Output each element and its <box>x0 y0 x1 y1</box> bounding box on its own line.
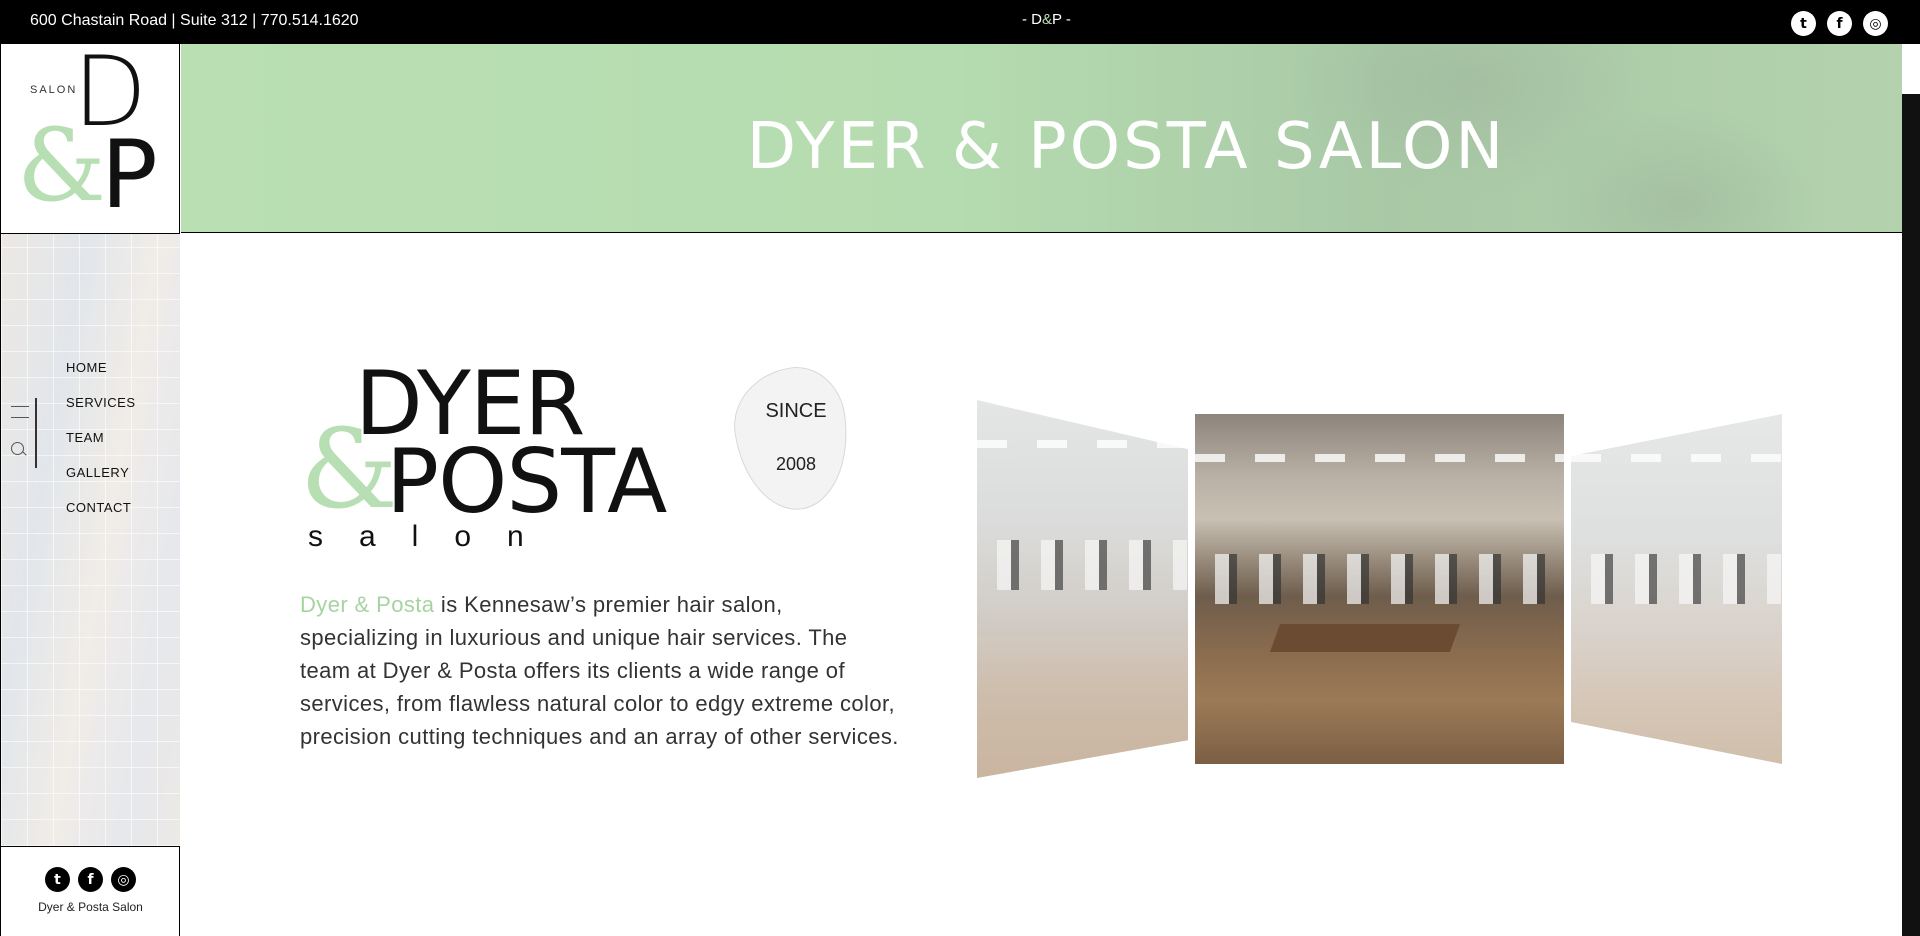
sidebar: SALON D & P HOME SERVICES TEAM GALLERY C… <box>0 44 180 936</box>
twitter-icon[interactable]: t <box>1791 11 1816 36</box>
facebook-icon[interactable]: f <box>78 867 103 892</box>
main-nav: HOME SERVICES TEAM GALLERY CONTACT <box>66 358 136 533</box>
nav-item-gallery[interactable]: GALLERY <box>66 463 136 498</box>
gallery-photo-next[interactable] <box>1571 414 1782 764</box>
topbar-social-links: t f ◎ <box>1791 11 1888 36</box>
photo-table <box>1269 624 1461 652</box>
sidebar-footer-caption: Dyer & Posta Salon <box>38 900 143 914</box>
brand-ampersand: & <box>300 405 398 533</box>
scrollbar-thumb[interactable] <box>1902 94 1920 936</box>
since-year: 2008 <box>775 454 817 474</box>
photo-mirrors <box>1591 554 1781 604</box>
hero-title: DYER & POSTA SALON <box>746 110 1507 184</box>
brand-logo: DYER & POSTA salon <box>300 360 680 560</box>
since-badge <box>726 360 858 518</box>
nav-item-home[interactable]: HOME <box>66 358 136 393</box>
logo-ampersand: & <box>17 107 107 224</box>
brand-posta-text: POSTA <box>386 430 667 533</box>
photo-lights <box>1195 454 1564 462</box>
top-bar: 600 Chastain Road | Suite 312 | 770.514.… <box>0 0 1920 44</box>
nav-item-contact[interactable]: CONTACT <box>66 498 136 533</box>
logo-p-letter: P <box>101 121 158 230</box>
photo-mirrors <box>997 540 1187 590</box>
gallery-photo-current[interactable] <box>1195 414 1564 764</box>
page-scrollbar[interactable] <box>1902 44 1920 936</box>
facebook-icon[interactable]: f <box>1827 11 1852 36</box>
salon-logo[interactable]: SALON D & P <box>1 44 180 234</box>
nav-divider <box>35 398 37 468</box>
brand-salon-text: salon <box>308 520 560 553</box>
search-icon[interactable] <box>11 442 24 455</box>
nav-item-services[interactable]: SERVICES <box>66 393 136 428</box>
photo-mirrors <box>1215 554 1548 604</box>
gallery-photo-prev[interactable] <box>977 400 1188 778</box>
menu-icon[interactable] <box>11 406 29 418</box>
instagram-icon[interactable]: ◎ <box>1863 11 1888 36</box>
sidebar-social-links: t f ◎ <box>1 867 180 892</box>
photo-lights <box>977 440 1188 448</box>
description-highlight: Dyer & Posta <box>300 592 435 617</box>
sidebar-footer: t f ◎ Dyer & Posta Salon <box>1 847 180 936</box>
center-mark-suffix: P - <box>1052 11 1071 28</box>
photo-lights <box>1571 454 1782 462</box>
since-label: SINCE <box>765 400 827 422</box>
instagram-icon[interactable]: ◎ <box>111 867 136 892</box>
nav-item-team[interactable]: TEAM <box>66 428 136 463</box>
hero-banner: DYER & POSTA SALON <box>181 44 1902 233</box>
center-mark-prefix: - D <box>1022 11 1042 28</box>
twitter-icon[interactable]: t <box>45 867 70 892</box>
logo-salon-text: SALON <box>30 84 78 96</box>
salon-description: Dyer & Posta is Kennesaw’s premier hair … <box>300 588 900 753</box>
center-mark-amp: & <box>1042 11 1053 28</box>
center-logo-mark[interactable]: - D&P - <box>1022 0 1071 40</box>
sidebar-nav-area: HOME SERVICES TEAM GALLERY CONTACT <box>1 234 180 847</box>
